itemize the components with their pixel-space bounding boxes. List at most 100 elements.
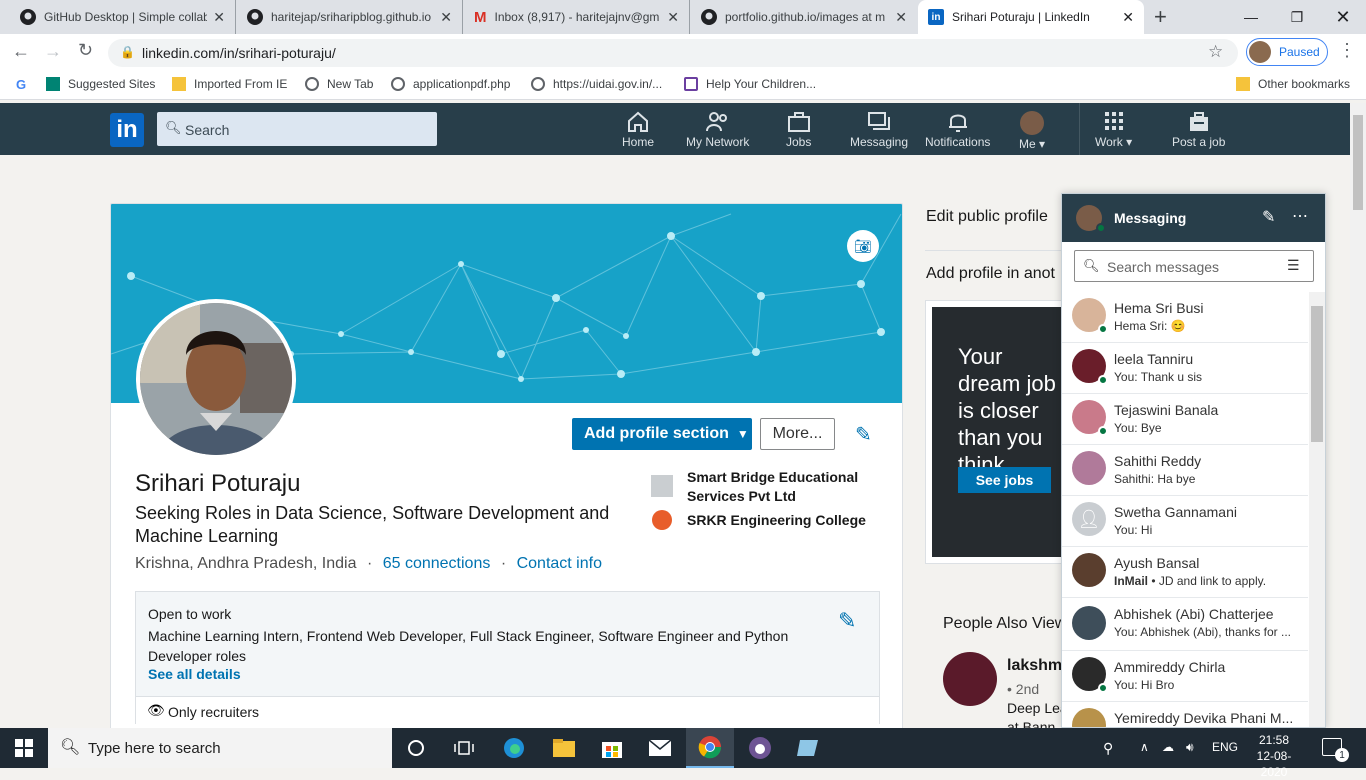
address-bar[interactable]: 🔒 linkedin.com/in/srihari-poturaju/ ☆ xyxy=(108,39,1238,67)
messaging-header[interactable]: Messaging ✎ ⋯ xyxy=(1062,194,1325,242)
nav-home[interactable]: Home xyxy=(622,111,654,149)
more-button[interactable]: More... xyxy=(760,418,835,450)
avatar[interactable] xyxy=(943,652,997,706)
nav-me[interactable]: Me ▾ xyxy=(1019,111,1045,151)
bookmark-item[interactable]: Other bookmarks xyxy=(1236,77,1350,91)
chrome-icon[interactable] xyxy=(686,728,734,768)
app-icon[interactable] xyxy=(784,728,832,768)
forward-icon[interactable]: → xyxy=(44,41,62,62)
contact-info-link[interactable]: Contact info xyxy=(517,555,602,572)
page-scrollbar[interactable] xyxy=(1350,103,1366,728)
github-icon xyxy=(247,9,263,25)
conversation-item[interactable]: Ammireddy Chirla You: Hi Bro xyxy=(1062,651,1308,702)
conversation-item[interactable]: leela Tanniru You: Thank u sis xyxy=(1062,343,1308,394)
edit-pencil-icon[interactable]: ✎ xyxy=(838,608,856,634)
experience-item[interactable]: Smart Bridge Educational Services Pvt Lt… xyxy=(687,468,877,506)
conversation-item[interactable]: Sahithi Reddy Sahithi: Ha bye xyxy=(1062,445,1308,496)
back-icon[interactable]: ← xyxy=(12,41,30,62)
linkedin-logo[interactable]: in xyxy=(110,113,144,147)
close-icon[interactable]: ✕ xyxy=(667,9,679,26)
nav-work[interactable]: Work ▾ xyxy=(1095,111,1132,149)
more-options-icon[interactable]: ⋯ xyxy=(1292,206,1309,226)
default-avatar-icon: 👤︎ xyxy=(1072,502,1106,536)
nav-post-job[interactable]: Post a job xyxy=(1172,111,1225,149)
browser-tab[interactable]: portfolio.github.io/images at m ✕ xyxy=(691,0,917,34)
linkedin-icon: in xyxy=(928,9,944,25)
menu-icon[interactable]: ⋮ xyxy=(1338,40,1356,61)
notification-count: 1 xyxy=(1335,748,1349,762)
profile-card: 📷︎ Add profile section ▼ More... ✎ Sriha… xyxy=(110,203,903,733)
person-title: Deep Lea xyxy=(1007,700,1068,716)
network-status-icon[interactable]: ☁ xyxy=(1162,740,1174,754)
browser-tab[interactable]: M Inbox (8,917) - haritejajnv@gm ✕ xyxy=(464,0,690,34)
language-indicator[interactable]: ENG xyxy=(1212,740,1238,754)
education-item[interactable]: SRKR Engineering College xyxy=(687,512,866,528)
conversation-item[interactable]: 👤︎ Swetha Gannamani You: Hi xyxy=(1062,496,1308,547)
github-desktop-icon[interactable] xyxy=(736,728,784,768)
clock[interactable]: 21:58 12-08-2020 xyxy=(1244,732,1304,780)
person-name[interactable]: lakshmi xyxy=(1007,657,1067,675)
profile-name: Srihari Poturaju xyxy=(135,470,301,497)
conversation-item[interactable]: Tejaswini Banala You: Bye xyxy=(1062,394,1308,445)
camera-icon[interactable]: 📷︎ xyxy=(847,230,879,262)
people-icon[interactable]: ⚲ xyxy=(1103,740,1113,757)
add-profile-section-button[interactable]: Add profile section ▼ xyxy=(572,418,752,450)
mail-icon[interactable] xyxy=(636,728,684,768)
conversation-item[interactable]: Abhishek (Abi) Chatterjee You: Abhishek … xyxy=(1062,598,1308,651)
bookmark-item[interactable]: https://uidai.gov.in/... xyxy=(531,77,662,91)
add-profile-language-link[interactable]: Add profile in anot xyxy=(926,265,1055,283)
reload-icon[interactable]: ↻ xyxy=(78,40,93,61)
task-view-icon[interactable] xyxy=(440,728,488,768)
profile-button[interactable]: Paused xyxy=(1246,38,1328,66)
new-tab-button[interactable]: + xyxy=(1154,4,1167,30)
bookmark-item[interactable]: New Tab xyxy=(305,77,373,91)
conversation-item[interactable]: Ayush Bansal InMail • JD and link to app… xyxy=(1062,547,1308,598)
search-input[interactable]: 🔍︎ Search xyxy=(157,112,437,146)
search-messages-input[interactable]: 🔍︎ Search messages ☰ xyxy=(1074,250,1314,282)
messaging-scrollbar[interactable] xyxy=(1309,292,1325,727)
bookmark-item[interactable]: applicationpdf.php xyxy=(391,77,510,91)
edit-public-profile-link[interactable]: Edit public profile xyxy=(926,208,1048,226)
browser-tab-active[interactable]: in Srihari Poturaju | LinkedIn ✕ xyxy=(918,0,1144,34)
minimize-icon[interactable]: — xyxy=(1228,0,1274,34)
close-icon[interactable]: ✕ xyxy=(440,9,452,26)
google-icon[interactable]: G xyxy=(16,77,26,92)
close-icon[interactable]: ✕ xyxy=(213,9,225,26)
chevron-up-icon[interactable]: ∧ xyxy=(1140,740,1149,754)
close-icon[interactable]: ✕ xyxy=(895,9,907,26)
windows-start-icon[interactable] xyxy=(0,728,48,768)
compose-icon[interactable]: ✎ xyxy=(1262,207,1275,227)
file-explorer-icon[interactable] xyxy=(540,728,588,768)
scrollbar-thumb[interactable] xyxy=(1311,306,1323,442)
bookmark-item[interactable]: Help Your Children... xyxy=(684,77,816,91)
browser-tab[interactable]: GitHub Desktop | Simple collab ✕ xyxy=(10,0,236,34)
see-jobs-button[interactable]: See jobs xyxy=(958,467,1051,493)
profile-photo[interactable] xyxy=(136,299,296,459)
nav-messaging[interactable]: Messaging xyxy=(850,111,908,149)
browser-tab[interactable]: haritejap/sriharipblog.github.io ✕ xyxy=(237,0,463,34)
store-icon[interactable] xyxy=(588,728,636,768)
nav-notifications[interactable]: Notifications xyxy=(925,111,990,149)
taskbar-search-input[interactable]: 🔍︎ Type here to search xyxy=(48,728,392,768)
filter-icon[interactable]: ☰ xyxy=(1287,257,1300,274)
bookmark-item[interactable]: Imported From IE xyxy=(172,77,287,91)
star-icon[interactable]: ☆ xyxy=(1208,42,1223,62)
edit-pencil-icon[interactable]: ✎ xyxy=(855,422,872,447)
bookmark-item[interactable]: Suggested Sites xyxy=(46,77,155,91)
close-window-icon[interactable]: ✕ xyxy=(1320,0,1366,34)
divider xyxy=(1079,103,1080,155)
cortana-icon[interactable] xyxy=(392,728,440,768)
see-all-details-link[interactable]: See all details xyxy=(148,666,241,682)
nav-my-network[interactable]: My Network xyxy=(686,111,749,149)
conversation-item[interactable]: Hema Sri Busi Hema Sri: 😊 xyxy=(1062,292,1308,343)
volume-icon[interactable]: 🔊︎ xyxy=(1186,740,1194,755)
maximize-icon[interactable]: ❐ xyxy=(1274,0,1320,34)
college-logo-icon xyxy=(652,510,672,530)
connections-link[interactable]: 65 connections xyxy=(383,555,491,572)
avatar xyxy=(1072,553,1106,587)
conversation-item[interactable]: Yemireddy Devika Phani M... xyxy=(1062,702,1308,727)
edge-icon[interactable] xyxy=(490,728,538,768)
nav-jobs[interactable]: Jobs xyxy=(786,111,811,149)
close-icon[interactable]: ✕ xyxy=(1122,9,1134,26)
scrollbar-thumb[interactable] xyxy=(1353,115,1363,210)
